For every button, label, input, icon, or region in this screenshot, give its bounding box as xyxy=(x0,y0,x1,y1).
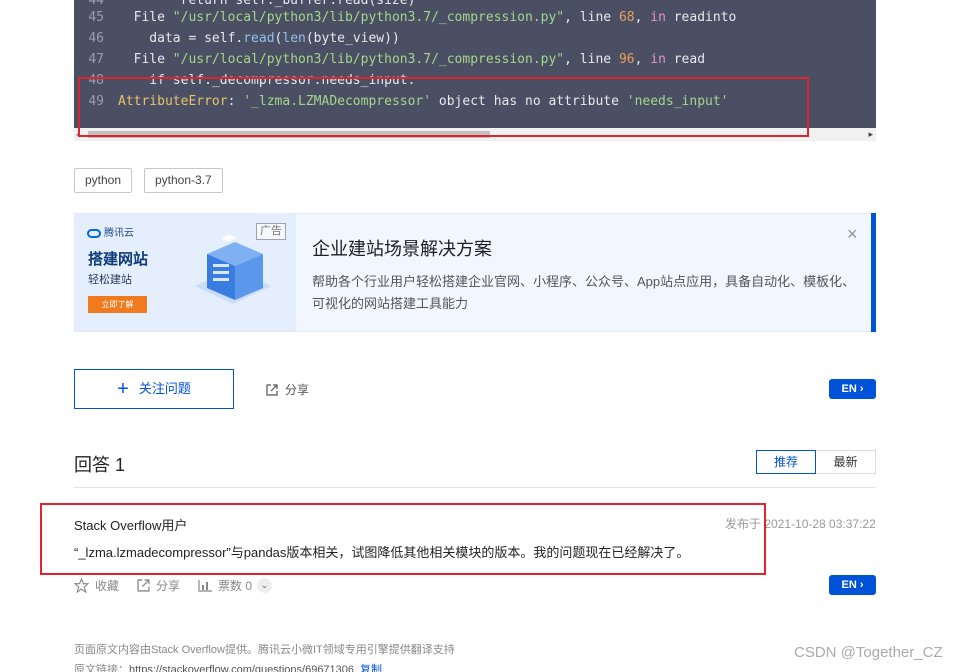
line-number: 46 xyxy=(88,31,104,46)
tag-python[interactable]: python xyxy=(74,168,133,193)
code-token: len xyxy=(282,31,306,46)
ad-description: 帮助各个行业用户轻松搭建企业官网、小程序、公众号、App站点应用，具备自动化、模… xyxy=(312,274,856,311)
code-token: , line xyxy=(564,10,619,25)
ad-cta-button[interactable]: 立即了解 xyxy=(88,296,147,313)
share-icon xyxy=(137,579,150,592)
line-number: 47 xyxy=(88,52,104,67)
cloud-logo-icon xyxy=(87,228,101,238)
sort-latest-tab[interactable]: 最新 xyxy=(816,450,876,474)
code-token: File xyxy=(118,52,173,67)
sort-recommended-tab[interactable]: 推荐 xyxy=(756,450,816,474)
follow-label: 关注问题 xyxy=(138,381,191,396)
source-link-line: 原文链接：https://stackoverflow.com/questions… xyxy=(74,661,382,672)
answer-actions: 收藏 分享 票数 0 ⌄ xyxy=(74,577,290,594)
code-token: "/usr/local/python3/lib/python3.7/_compr… xyxy=(172,52,565,67)
source-attribution: 页面原文内容由Stack Overflow提供。腾讯云小微IT领域专用引擎提供翻… xyxy=(74,644,455,656)
ad-heading[interactable]: 企业建站场景解决方案 xyxy=(312,235,492,261)
code-token: (byte_view)) xyxy=(305,31,400,46)
copy-link-button[interactable]: 复制 xyxy=(360,664,382,672)
close-icon[interactable]: × xyxy=(847,224,858,245)
code-token: "/usr/local/python3/lib/python3.7/_compr… xyxy=(172,10,565,25)
answer-highlight-box xyxy=(40,503,766,575)
ad-image-subtitle: 轻松建站 xyxy=(88,274,132,286)
chevron-right-icon: › xyxy=(859,383,864,395)
share-question-button[interactable]: 分享 xyxy=(266,381,309,398)
code-token: readinto xyxy=(665,10,737,25)
code-token: in xyxy=(650,52,666,67)
ad-brand-text: 腾讯云 xyxy=(104,228,134,239)
line-number: 45 xyxy=(88,10,104,25)
tag-python-3-7[interactable]: python-3.7 xyxy=(144,168,223,193)
ad-accent-bar xyxy=(871,213,876,332)
code-line: 46 data = self.read(len(byte_view)) xyxy=(74,28,876,49)
source-link-label: 原文链接： xyxy=(74,664,129,672)
answer-sort-toggle[interactable]: 推荐 最新 xyxy=(756,450,876,474)
chevron-right-icon: › xyxy=(859,579,864,591)
en-translate-button[interactable]: EN › xyxy=(829,379,876,399)
code-token: , xyxy=(634,52,651,67)
share-label: 分享 xyxy=(285,383,310,397)
vote-count: 票数 0 xyxy=(218,579,253,593)
bar-chart-icon xyxy=(198,579,213,592)
answers-title: 回答 1 xyxy=(74,455,126,475)
ad-image[interactable]: 腾讯云 搭建网站 轻松建站 立即了解 广告 xyxy=(75,214,296,331)
divider xyxy=(74,487,876,488)
code-line: 47 File "/usr/local/python3/lib/python3.… xyxy=(74,49,876,70)
ad-image-title: 搭建网站 xyxy=(88,251,149,268)
answer-share-button[interactable]: 分享 xyxy=(137,577,180,594)
chevron-down-icon[interactable]: ⌄ xyxy=(257,578,273,593)
code-token: in xyxy=(650,10,666,25)
answer-share-label: 分享 xyxy=(156,579,181,593)
csdn-watermark: CSDN @Together_CZ xyxy=(794,644,943,661)
collect-button[interactable]: 收藏 xyxy=(74,577,119,594)
star-icon xyxy=(74,578,89,593)
share-icon xyxy=(266,384,278,396)
ad-badge: 广告 xyxy=(256,223,286,240)
source-link[interactable]: https://stackoverflow.com/questions/6967… xyxy=(129,664,354,672)
en-label: EN xyxy=(841,383,857,395)
code-token: , xyxy=(634,10,651,25)
follow-question-button[interactable]: + 关注问题 xyxy=(74,369,234,409)
vote-control[interactable]: 票数 0 ⌄ xyxy=(198,577,273,594)
code-token: read xyxy=(665,52,706,67)
ad-banner[interactable]: 腾讯云 搭建网站 轻松建站 立即了解 广告 企业建站场景解决方案 帮助各个行业用… xyxy=(74,213,876,332)
error-highlight-box xyxy=(78,77,809,137)
code-line: 45 File "/usr/local/python3/lib/python3.… xyxy=(74,7,876,28)
code-token: data = self. xyxy=(118,31,244,46)
answer-en-label: EN xyxy=(841,579,857,591)
scroll-right-arrow-icon[interactable]: ▸ xyxy=(868,129,873,140)
plus-icon: + xyxy=(117,378,129,400)
code-token: 68 xyxy=(618,10,635,25)
server-illustration-icon xyxy=(195,234,271,304)
answer-en-translate-button[interactable]: EN › xyxy=(829,575,876,595)
ad-brand: 腾讯云 xyxy=(87,224,134,239)
code-token: 96 xyxy=(618,52,635,67)
code-token: read xyxy=(243,31,275,46)
code-token: File xyxy=(118,10,173,25)
collect-label: 收藏 xyxy=(95,579,120,593)
code-token: , line xyxy=(564,52,619,67)
